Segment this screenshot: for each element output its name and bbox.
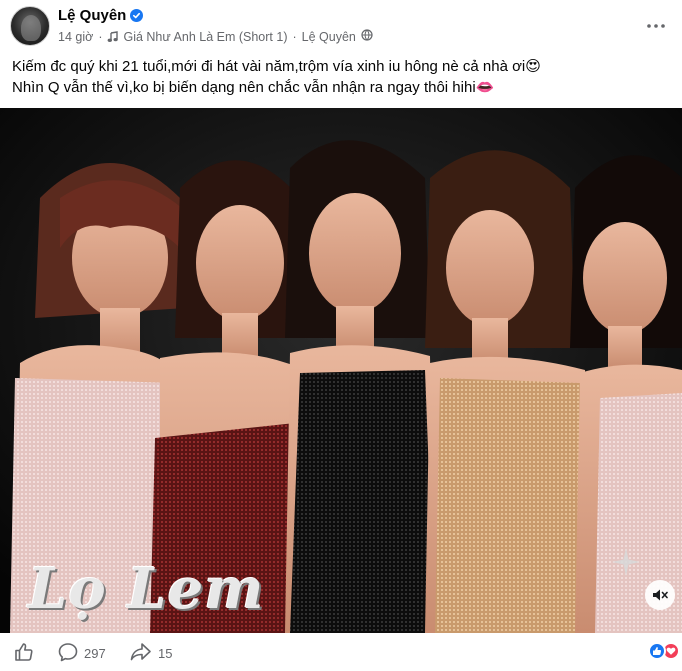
meta-separator-2: · — [292, 29, 297, 44]
author-row: Lệ Quyên — [58, 7, 144, 24]
meta-separator: · — [98, 29, 103, 44]
music-note-icon — [107, 30, 119, 43]
share-button[interactable]: 15 — [130, 642, 172, 665]
mute-button[interactable] — [645, 580, 675, 610]
comment-button[interactable]: 297 — [58, 642, 106, 665]
post-video[interactable]: Lọ Lem — [0, 108, 682, 633]
more-dots-icon — [647, 15, 665, 33]
author-name[interactable]: Lệ Quyên — [58, 7, 126, 24]
more-options-button[interactable] — [642, 12, 670, 36]
speaker-muted-icon — [652, 588, 668, 602]
thumbs-up-icon — [14, 642, 34, 665]
like-button[interactable] — [14, 642, 34, 665]
group-photo — [0, 108, 682, 633]
member-4 — [425, 150, 590, 633]
comment-count: 297 — [84, 646, 106, 661]
caption-line: Kiếm đc quý khi 21 tuổi,mới đi hát vài n… — [12, 58, 541, 75]
share-count: 15 — [158, 646, 173, 661]
reactions-summary[interactable] — [648, 642, 680, 660]
post-header: Lệ Quyên 14 giờ · Giá Như Anh Là Em (Sho… — [0, 0, 682, 52]
post-caption: Kiếm đc quý khi 21 tuổi,mới đi hát vài n… — [12, 56, 672, 98]
verified-badge-icon — [130, 9, 144, 22]
share-arrow-icon — [130, 642, 152, 665]
member-3 — [285, 140, 435, 633]
globe-icon — [361, 29, 373, 44]
avatar[interactable] — [10, 6, 50, 46]
post-actions: 297 15 — [0, 636, 682, 671]
video-logo-overlay: Lọ Lem — [28, 556, 265, 622]
music-title[interactable]: Giá Như Anh Là Em (Short 1) — [123, 30, 287, 44]
like-reaction-icon — [648, 642, 666, 660]
post-time[interactable]: 14 giờ — [58, 30, 93, 44]
comment-bubble-icon — [58, 642, 78, 665]
sparkle-icon — [612, 548, 640, 576]
music-artist[interactable]: Lệ Quyên — [302, 30, 356, 44]
caption-line: Nhìn Q vẫn thế vì,ko bị biến dạng nên ch… — [12, 79, 495, 96]
post-meta: 14 giờ · Giá Như Anh Là Em (Short 1) · L… — [58, 29, 373, 44]
